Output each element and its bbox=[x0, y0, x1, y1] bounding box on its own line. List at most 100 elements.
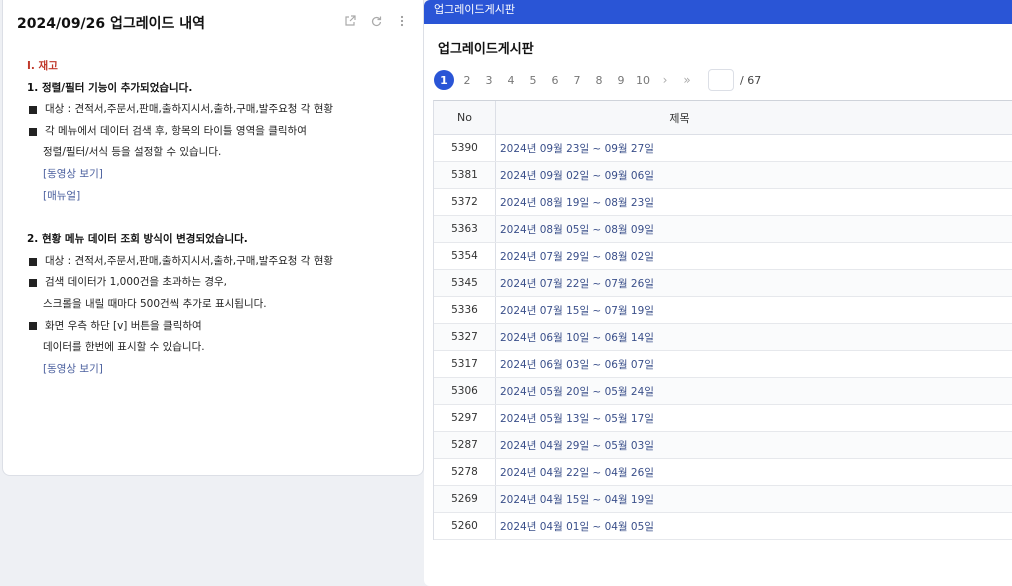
row-title-link[interactable]: 2024년 04월 15일 ~ 04월 19일 bbox=[496, 486, 1012, 512]
external-link-icon[interactable] bbox=[343, 14, 357, 28]
page-9-button[interactable]: 9 bbox=[610, 69, 632, 91]
table-row[interactable]: 5390 2024년 09월 23일 ~ 09월 27일 bbox=[434, 135, 1012, 162]
bullet-square-icon bbox=[29, 279, 37, 288]
note-spacer bbox=[27, 207, 411, 229]
note-toolbar bbox=[343, 14, 409, 28]
row-number: 5372 bbox=[434, 189, 496, 215]
note-subheading: 2. 현황 메뉴 데이터 조회 방식이 변경되었습니다. bbox=[27, 233, 248, 246]
note-subheading: 1. 정렬/필터 기능이 추가되었습니다. bbox=[27, 81, 193, 94]
row-number: 5381 bbox=[434, 162, 496, 188]
row-title-link[interactable]: 2024년 07월 29일 ~ 08월 02일 bbox=[496, 243, 1012, 269]
table-row[interactable]: 5287 2024년 04월 29일 ~ 05월 03일 bbox=[434, 432, 1012, 459]
table-row[interactable]: 5345 2024년 07월 22일 ~ 07월 26일 bbox=[434, 270, 1012, 297]
row-title-link[interactable]: 2024년 08월 05일 ~ 08월 09일 bbox=[496, 216, 1012, 242]
note-line: 데이터를 한번에 표시할 수 있습니다. bbox=[43, 341, 205, 354]
row-number: 5269 bbox=[434, 486, 496, 512]
row-number: 5287 bbox=[434, 432, 496, 458]
note-bullet-line: 검색 데이터가 1,000건을 초과하는 경우, bbox=[27, 272, 411, 294]
note-line-text: 대상 : 견적서,주문서,판매,출하지시서,출하,구매,발주요청 각 현황 bbox=[45, 103, 334, 116]
page-10-button[interactable]: 10 bbox=[632, 69, 654, 91]
row-number: 5260 bbox=[434, 513, 496, 539]
next-page-button[interactable]: › bbox=[654, 69, 676, 91]
table-row[interactable]: 5336 2024년 07월 15일 ~ 07월 19일 bbox=[434, 297, 1012, 324]
row-title-link[interactable]: 2024년 09월 23일 ~ 09월 27일 bbox=[496, 135, 1012, 161]
board-topbar: 업그레이드게시판 bbox=[424, 0, 1012, 24]
more-vertical-icon[interactable] bbox=[395, 14, 409, 28]
table-row[interactable]: 5354 2024년 07월 29일 ~ 08월 02일 bbox=[434, 243, 1012, 270]
table-row[interactable]: 5327 2024년 06월 10일 ~ 06월 14일 bbox=[434, 324, 1012, 351]
row-title-link[interactable]: 2024년 08월 19일 ~ 08월 23일 bbox=[496, 189, 1012, 215]
table-row[interactable]: 5297 2024년 05월 13일 ~ 05월 17일 bbox=[434, 405, 1012, 432]
note-line-text: 각 메뉴에서 데이터 검색 후, 항목의 타이틀 영역을 클릭하여 bbox=[45, 124, 307, 137]
section-heading: Ⅰ. 재고 bbox=[27, 60, 58, 72]
row-number: 5278 bbox=[434, 459, 496, 485]
table-row[interactable]: 5278 2024년 04월 22일 ~ 04월 26일 bbox=[434, 459, 1012, 486]
row-number: 5327 bbox=[434, 324, 496, 350]
row-number: 5345 bbox=[434, 270, 496, 296]
page-8-button[interactable]: 8 bbox=[588, 69, 610, 91]
refresh-icon[interactable] bbox=[369, 14, 383, 28]
note-title: 2024/09/26 업그레이드 내역 bbox=[17, 16, 206, 32]
row-title-link[interactable]: 2024년 04월 22일 ~ 04월 26일 bbox=[496, 459, 1012, 485]
row-number: 5390 bbox=[434, 135, 496, 161]
bullet-square-icon bbox=[29, 257, 37, 266]
note-bullet-line: 대상 : 견적서,주문서,판매,출하지시서,출하,구매,발주요청 각 현황 bbox=[27, 99, 411, 121]
table-row[interactable]: 5381 2024년 09월 02일 ~ 09월 06일 bbox=[434, 162, 1012, 189]
note-items: 1. 정렬/필터 기능이 추가되었습니다. 대상 : 견적서,주문서,판매,출하지… bbox=[27, 78, 411, 381]
note-line: 스크롤을 내릴 때마다 500건씩 추가로 표시됩니다. bbox=[43, 297, 267, 310]
page-2-button[interactable]: 2 bbox=[456, 69, 478, 91]
table-row[interactable]: 5269 2024년 04월 15일 ~ 04월 19일 bbox=[434, 486, 1012, 513]
row-number: 5317 bbox=[434, 351, 496, 377]
page-total: / 67 bbox=[740, 73, 762, 87]
table-row[interactable]: 5306 2024년 05월 20일 ~ 05월 24일 bbox=[434, 378, 1012, 405]
bullet-square-icon bbox=[29, 322, 37, 331]
row-number: 5297 bbox=[434, 405, 496, 431]
row-title-link[interactable]: 2024년 04월 29일 ~ 05월 03일 bbox=[496, 432, 1012, 458]
row-title-link[interactable]: 2024년 04월 01일 ~ 04월 05일 bbox=[496, 513, 1012, 539]
table-row[interactable]: 5372 2024년 08월 19일 ~ 08월 23일 bbox=[434, 189, 1012, 216]
note-body: Ⅰ. 재고 1. 정렬/필터 기능이 추가되었습니다. 대상 : 견적서,주문서,… bbox=[27, 56, 411, 380]
row-number: 5354 bbox=[434, 243, 496, 269]
row-title-link[interactable]: 2024년 05월 13일 ~ 05월 17일 bbox=[496, 405, 1012, 431]
board-table: No 제목 5390 2024년 09월 23일 ~ 09월 27일 5381 202… bbox=[433, 100, 1012, 540]
table-row[interactable]: 5317 2024년 06월 03일 ~ 06월 07일 bbox=[434, 351, 1012, 378]
bullet-square-icon bbox=[29, 105, 37, 114]
table-header: No 제목 bbox=[434, 101, 1012, 135]
page-list: 1 2 3 4 5 6 7 8 9 10 bbox=[434, 69, 654, 91]
upgrade-board-panel: 업그레이드게시판 업그레이드게시판 1 2 3 4 5 6 7 8 9 10 › » / 67 N… bbox=[424, 0, 1012, 586]
row-number: 5363 bbox=[434, 216, 496, 242]
note-line: 정렬/필터/서식 등을 설정할 수 있습니다. bbox=[43, 146, 222, 159]
page-1-button[interactable]: 1 bbox=[434, 70, 454, 90]
page-7-button[interactable]: 7 bbox=[566, 69, 588, 91]
table-row[interactable]: 5260 2024년 04월 01일 ~ 04월 05일 bbox=[434, 513, 1012, 540]
row-title-link[interactable]: 2024년 05월 20일 ~ 05월 24일 bbox=[496, 378, 1012, 404]
table-row[interactable]: 5363 2024년 08월 05일 ~ 08월 09일 bbox=[434, 216, 1012, 243]
page-6-button[interactable]: 6 bbox=[544, 69, 566, 91]
upgrade-note-panel: 2024/09/26 업그레이드 내역 Ⅰ. 재고 1. 정렬/필터 기능이 추… bbox=[2, 0, 424, 476]
note-bullet-line: 화면 우측 하단 [v] 버튼을 클릭하여 bbox=[27, 316, 411, 338]
row-title-link[interactable]: 2024년 09월 02일 ~ 09월 06일 bbox=[496, 162, 1012, 188]
row-title-link[interactable]: 2024년 07월 15일 ~ 07월 19일 bbox=[496, 297, 1012, 323]
page-4-button[interactable]: 4 bbox=[500, 69, 522, 91]
last-page-button[interactable]: » bbox=[676, 69, 698, 91]
note-header: 2024/09/26 업그레이드 내역 bbox=[17, 12, 409, 34]
row-title-link[interactable]: 2024년 06월 10일 ~ 06월 14일 bbox=[496, 324, 1012, 350]
note-link[interactable]: [동영상 보기] bbox=[27, 164, 411, 186]
note-bullet-line: 대상 : 견적서,주문서,판매,출하지시서,출하,구매,발주요청 각 현황 bbox=[27, 251, 411, 273]
page-5-button[interactable]: 5 bbox=[522, 69, 544, 91]
page-3-button[interactable]: 3 bbox=[478, 69, 500, 91]
note-line-text: 대상 : 견적서,주문서,판매,출하지시서,출하,구매,발주요청 각 현황 bbox=[45, 254, 334, 267]
column-header-title[interactable]: 제목 bbox=[496, 101, 1012, 134]
column-header-no[interactable]: No bbox=[434, 101, 496, 134]
page-number-input[interactable] bbox=[708, 69, 734, 91]
bullet-square-icon bbox=[29, 127, 37, 136]
row-title-link[interactable]: 2024년 06월 03일 ~ 06월 07일 bbox=[496, 351, 1012, 377]
table-body: 5390 2024년 09월 23일 ~ 09월 27일 5381 2024년 09월… bbox=[434, 135, 1012, 540]
row-title-link[interactable]: 2024년 07월 22일 ~ 07월 26일 bbox=[496, 270, 1012, 296]
note-line-text: 검색 데이터가 1,000건을 초과하는 경우, bbox=[45, 276, 227, 289]
note-link[interactable]: [동영상 보기] bbox=[27, 359, 411, 381]
row-number: 5336 bbox=[434, 297, 496, 323]
note-bullet-line: 각 메뉴에서 데이터 검색 후, 항목의 타이틀 영역을 클릭하여 bbox=[27, 121, 411, 143]
note-link[interactable]: [매뉴얼] bbox=[27, 186, 411, 208]
note-line-text: 화면 우측 하단 [v] 버튼을 클릭하여 bbox=[45, 319, 202, 332]
